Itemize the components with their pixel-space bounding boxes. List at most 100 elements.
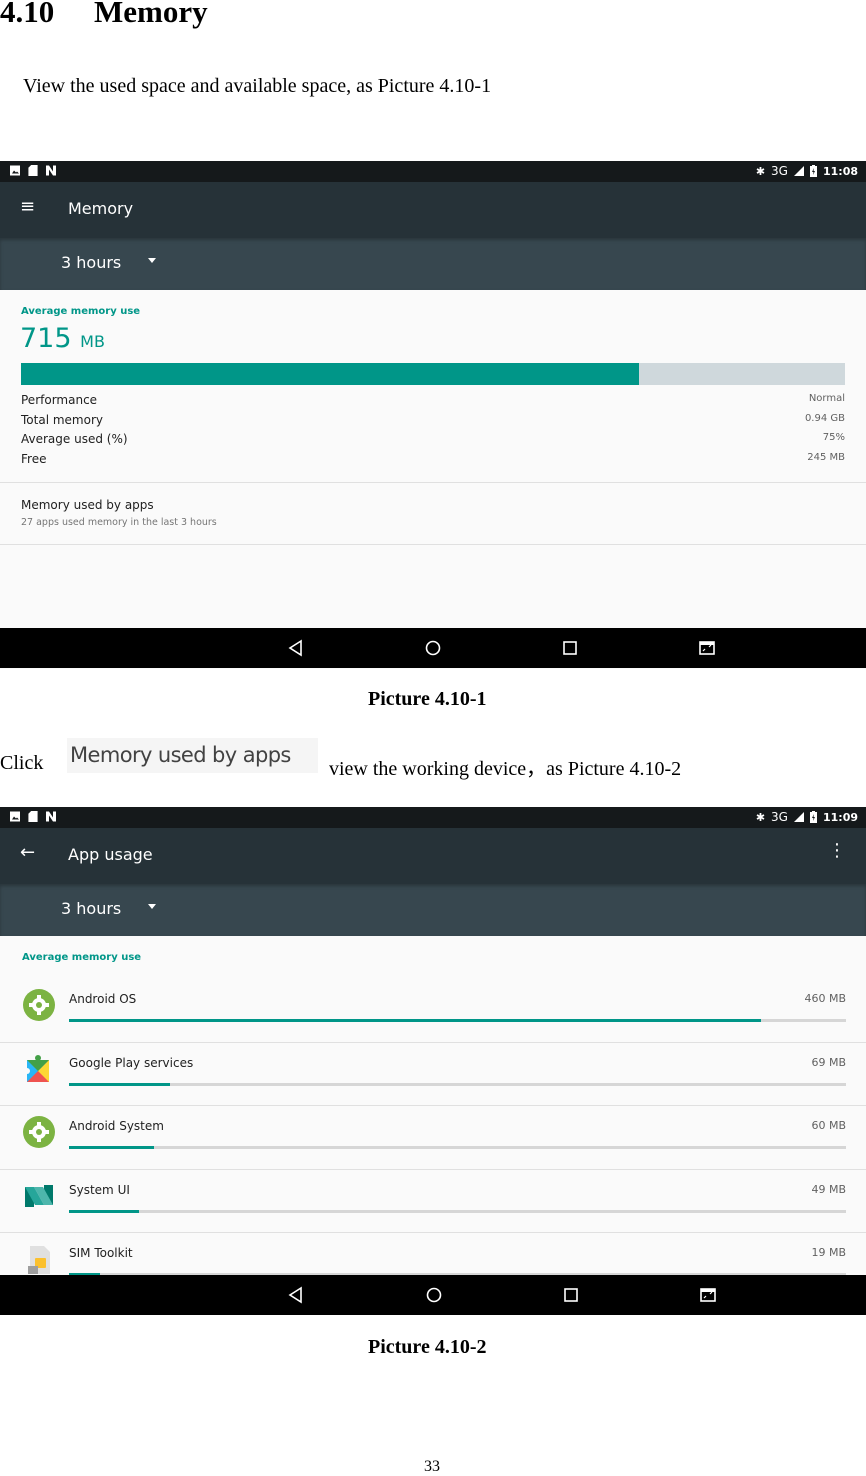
more-vert-icon[interactable]: ⋮	[828, 840, 846, 861]
memory-screen: ✱ 3G 11:08 ≡ Memory 3 hours Average memo…	[0, 161, 866, 669]
stat-label: Free	[21, 451, 47, 466]
sd-card-icon	[28, 165, 38, 176]
app-row[interactable]: Google Play services 69 MB	[0, 1038, 866, 1101]
app-memory: 19 MB	[811, 1246, 846, 1259]
app-row[interactable]: Android OS 460 MB	[0, 974, 866, 1037]
back-arrow-icon[interactable]: ←	[20, 842, 35, 863]
home-nav-icon[interactable]	[424, 1285, 444, 1305]
app-usage-fill	[69, 1210, 139, 1213]
intro-paragraph: View the used space and available space,…	[23, 75, 492, 97]
stat-value: Normal	[808, 393, 845, 404]
recents-nav-icon[interactable]	[560, 638, 580, 658]
signal-icon	[793, 166, 804, 176]
apps-item-subtitle: 27 apps used memory in the last 3 hours	[21, 517, 217, 528]
average-memory-value: 715 MB	[20, 323, 105, 354]
stat-label: Average used (%)	[21, 432, 128, 446]
app-usage-bar	[69, 1083, 846, 1086]
divider	[0, 544, 866, 545]
n-icon	[46, 811, 56, 822]
settings-gear-icon	[23, 1116, 55, 1148]
sd-card-icon	[28, 811, 38, 822]
stat-label: Total memory	[21, 412, 103, 427]
bluetooth-icon: ✱	[755, 810, 766, 824]
app-memory: 49 MB	[811, 1183, 846, 1196]
app-memory: 60 MB	[811, 1119, 846, 1132]
time-range-spinner[interactable]: 3 hours	[0, 884, 866, 936]
page-number: 33	[424, 1458, 440, 1475]
memory-used-by-apps-item[interactable]: Memory used by apps 27 apps used memory …	[0, 483, 866, 544]
screenshot-nav-icon[interactable]	[698, 1285, 718, 1305]
memory-used-by-apps-inline-image: Memory used by apps	[67, 738, 318, 773]
caption-picture-1: Picture 4.10-1	[368, 688, 487, 710]
back-nav-icon[interactable]	[286, 1285, 306, 1305]
clock: 11:08	[822, 164, 858, 178]
memory-amount: 715	[20, 323, 72, 354]
memory-usage-bar	[21, 363, 845, 385]
back-nav-icon[interactable]	[286, 638, 306, 658]
app-name: System UI	[69, 1183, 130, 1197]
status-bar: ✱ 3G 11:08	[0, 161, 866, 182]
toolbar-title: App usage	[68, 845, 153, 864]
average-memory-label: Average memory use	[22, 952, 142, 963]
app-name: Google Play services	[69, 1056, 194, 1070]
memory-usage-fill	[21, 363, 639, 385]
home-nav-icon[interactable]	[423, 638, 443, 658]
screenshot-nav-icon[interactable]	[697, 638, 717, 658]
app-usage-bar	[69, 1019, 846, 1022]
app-name: SIM Toolkit	[69, 1246, 133, 1260]
stat-row: Performance Normal	[21, 393, 845, 413]
menu-icon[interactable]: ≡	[20, 196, 35, 217]
battery-icon	[809, 165, 817, 177]
sim-toolkit-icon	[28, 1246, 50, 1274]
app-usage-bar	[69, 1210, 846, 1213]
network-type: 3G	[771, 810, 788, 824]
stat-value: 245 MB	[807, 451, 845, 463]
app-row[interactable]: Android System 60 MB	[0, 1101, 866, 1164]
settings-gear-icon	[23, 989, 55, 1021]
app-name: Android System	[69, 1119, 164, 1133]
app-name: Android OS	[69, 992, 137, 1006]
stat-value: 75%	[822, 432, 845, 443]
section-number: 4.10	[0, 0, 55, 29]
app-row[interactable]: System UI 49 MB	[0, 1165, 866, 1228]
navigation-bar	[0, 1275, 866, 1315]
gallery-icon	[10, 811, 20, 822]
stat-value: 0.94 GB	[804, 412, 845, 424]
apps-item-title: Memory used by apps	[21, 498, 154, 512]
app-memory: 460 MB	[804, 992, 846, 1005]
n-icon	[46, 165, 56, 176]
stat-row: Average used (%) 75%	[21, 432, 845, 452]
app-usage-fill	[69, 1019, 761, 1022]
app-usage-fill	[69, 1146, 155, 1149]
click-prefix: Click	[0, 752, 44, 774]
section-heading: 4.10 Memory	[0, 0, 208, 30]
time-range-spinner[interactable]: 3 hours	[0, 238, 866, 290]
average-memory-label: Average memory use	[21, 306, 141, 317]
section-title: Memory	[94, 0, 208, 29]
memory-stats: Performance Normal Total memory 0.94 GB Av…	[21, 393, 845, 471]
signal-icon	[793, 812, 804, 822]
time-range-selected: 3 hours	[61, 253, 122, 272]
app-usage-fill	[69, 1083, 170, 1086]
time-range-selected: 3 hours	[61, 899, 122, 918]
click-suffix: view the working device，as Picture 4.10-…	[329, 758, 682, 780]
stat-row: Total memory 0.94 GB	[21, 413, 845, 433]
toolbar: ← App usage ⋮	[0, 828, 866, 884]
bluetooth-icon: ✱	[755, 164, 766, 178]
app-usage-screen: ✱ 3G 11:09 ← App usage ⋮ 3 hours Average…	[0, 807, 866, 1315]
toolbar: ≡ Memory	[0, 182, 866, 238]
stat-row: Free 245 MB	[21, 452, 845, 472]
play-services-icon	[24, 1055, 49, 1082]
recents-nav-icon[interactable]	[561, 1285, 581, 1305]
system-ui-icon	[25, 1185, 53, 1207]
battery-icon	[809, 811, 817, 823]
navigation-bar	[0, 628, 866, 668]
app-memory: 69 MB	[811, 1056, 846, 1069]
dropdown-arrow-icon	[148, 904, 156, 909]
caption-picture-2: Picture 4.10-2	[368, 1336, 487, 1358]
dropdown-arrow-icon	[148, 258, 156, 263]
app-usage-bar	[69, 1146, 846, 1149]
stat-label: Performance	[21, 393, 98, 407]
toolbar-title: Memory	[68, 199, 134, 218]
status-bar: ✱ 3G 11:09	[0, 807, 866, 828]
